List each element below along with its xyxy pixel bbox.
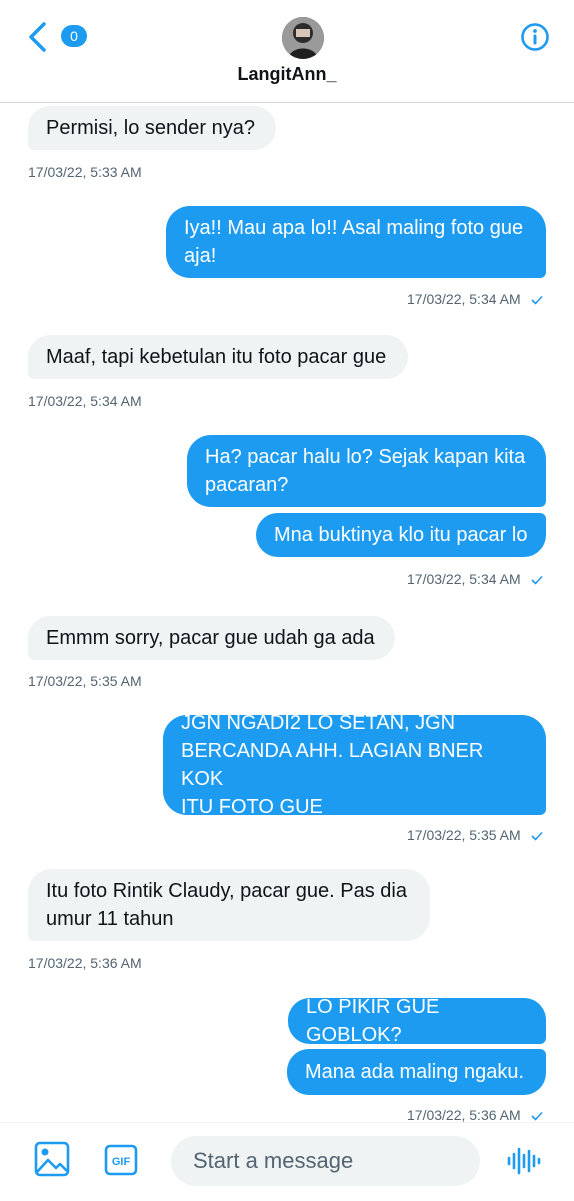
message-text: Permisi, lo sender nya?: [46, 117, 255, 139]
message-text-line: Iya!! Mau apa lo!! Asal maling foto gue: [184, 217, 524, 239]
message-bubble-sent[interactable]: Mana ada maling ngaku.: [287, 1049, 546, 1095]
message-text-line: BERCANDA AHH. LAGIAN BNER KOK: [181, 740, 484, 790]
message-input[interactable]: [171, 1136, 480, 1186]
message-timestamp: 17/03/22, 5:36 AM: [28, 955, 142, 971]
message-text: Maaf, tapi kebetulan itu foto pacar gue: [46, 346, 387, 368]
message-timestamp: 17/03/22, 5:36 AM: [407, 1106, 543, 1122]
message-text-line: JGN NGADI2 LO SETAN, JGN: [181, 712, 456, 734]
message-bubble-sent[interactable]: Mna buktinya klo itu pacar lo: [256, 513, 546, 557]
checkmark-icon: [530, 1111, 543, 1121]
message-text: LO PIKIR GUE GOBLOK?: [306, 996, 440, 1046]
message-timestamp: 17/03/22, 5:34 AM: [407, 570, 543, 588]
message-list[interactable]: Permisi, lo sender nya? 17/03/22, 5:33 A…: [0, 102, 574, 1122]
message-text-line: ITU FOTO GUE: [181, 796, 323, 818]
message-bubble-sent[interactable]: Iya!! Mau apa lo!! Asal maling foto gue …: [166, 206, 546, 278]
message-text-line: aja!: [184, 245, 217, 267]
back-arrow-icon[interactable]: [24, 20, 54, 54]
message-timestamp: 17/03/22, 5:34 AM: [28, 393, 142, 409]
message-bubble-received[interactable]: Itu foto Rintik Claudy, pacar gue. Pas d…: [28, 869, 430, 941]
message-text: Emmm sorry, pacar gue udah ga ada: [46, 627, 375, 649]
message-text-line: Itu foto Rintik Claudy, pacar gue. Pas d…: [46, 880, 407, 902]
message-timestamp: 17/03/22, 5:35 AM: [28, 673, 142, 689]
checkmark-icon: [530, 831, 543, 841]
conversation-username[interactable]: LangitAnn_: [0, 64, 574, 85]
image-icon[interactable]: [34, 1141, 70, 1177]
message-bubble-sent[interactable]: JGN NGADI2 LO SETAN, JGN BERCANDA AHH. L…: [163, 712, 546, 818]
message-text-line: umur 11 tahun: [46, 908, 174, 930]
message-bubble-received[interactable]: Permisi, lo sender nya?: [28, 106, 276, 150]
unread-count-badge: 0: [61, 25, 87, 47]
message-bubble-received[interactable]: Maaf, tapi kebetulan itu foto pacar gue: [28, 335, 408, 379]
message-timestamp: 17/03/22, 5:34 AM: [407, 290, 543, 308]
conversation-header: 0 LangitAnn_: [0, 0, 574, 103]
message-bubble-received[interactable]: Emmm sorry, pacar gue udah ga ada: [28, 616, 395, 660]
checkmark-icon: [530, 575, 543, 585]
message-bubble-sent[interactable]: Ha? pacar halu lo? Sejak kapan kita paca…: [187, 435, 546, 507]
checkmark-icon: [530, 295, 543, 305]
message-text: Mna buktinya klo itu pacar lo: [274, 524, 528, 546]
avatar[interactable]: [282, 17, 324, 59]
message-timestamp: 17/03/22, 5:35 AM: [407, 826, 543, 844]
message-text-line: pacaran?: [205, 474, 289, 496]
gif-icon[interactable]: GIF: [104, 1144, 138, 1176]
message-timestamp: 17/03/22, 5:33 AM: [28, 164, 142, 180]
voice-wave-icon[interactable]: [506, 1145, 544, 1177]
message-text-line: Ha? pacar halu lo? Sejak kapan kita: [205, 446, 526, 468]
message-text: Mana ada maling ngaku.: [305, 1061, 525, 1083]
message-bubble-sent[interactable]: LO PIKIR GUE GOBLOK?: [288, 996, 546, 1046]
info-icon[interactable]: [520, 22, 550, 52]
svg-text:GIF: GIF: [112, 1156, 131, 1168]
